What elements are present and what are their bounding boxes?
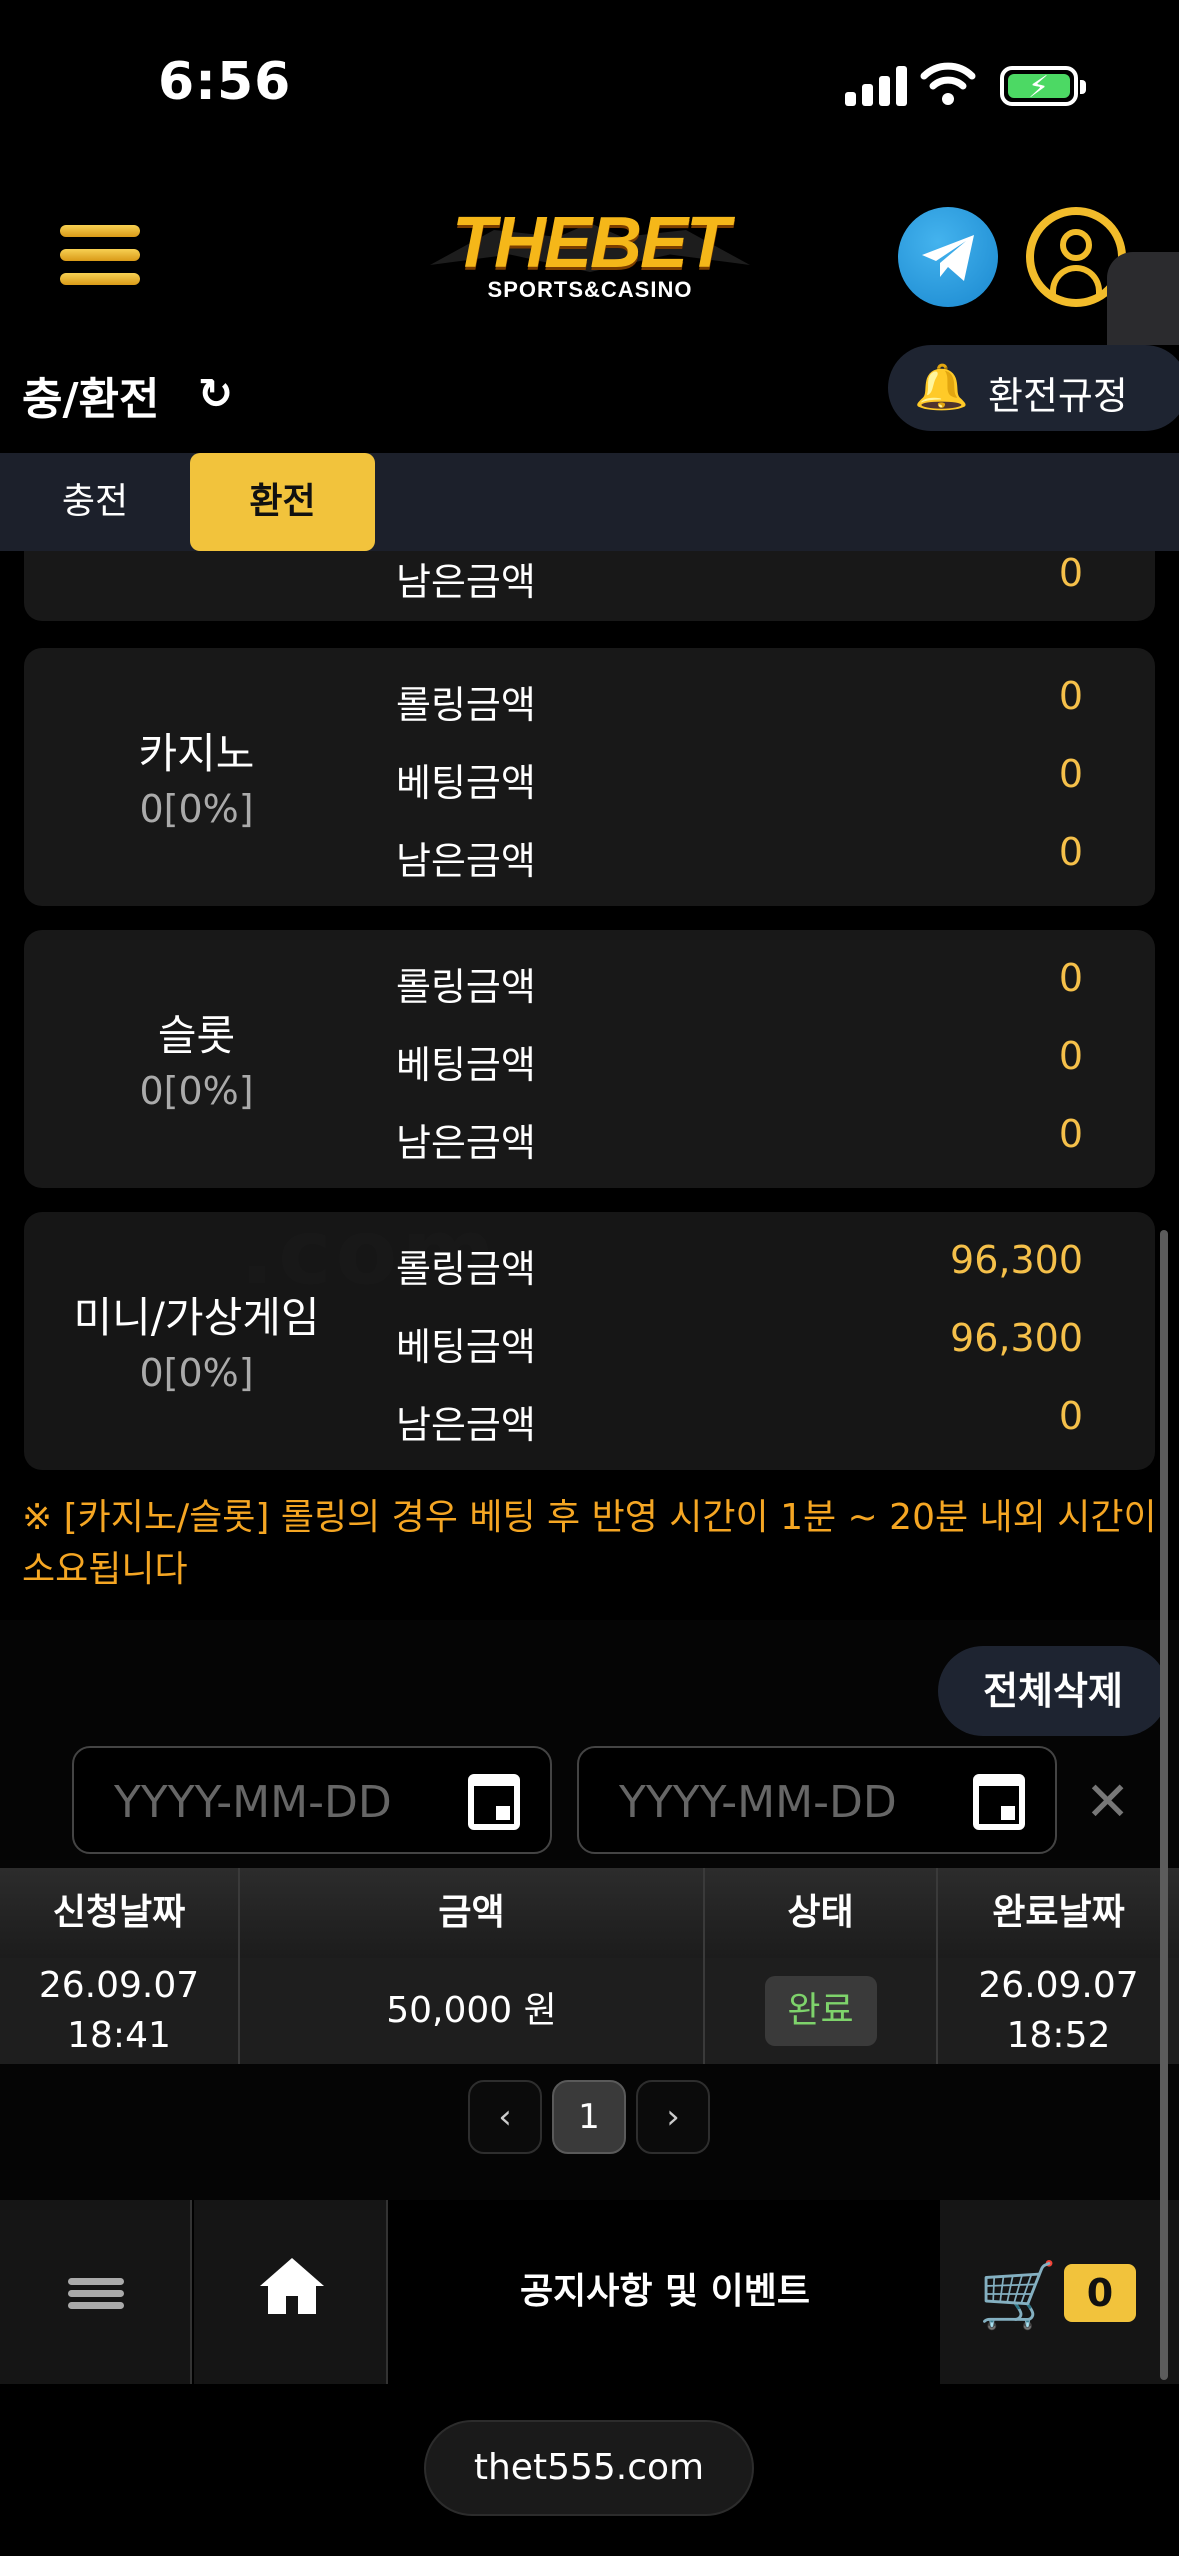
menu-icon[interactable] <box>60 225 140 285</box>
column-header: 금액 <box>240 1868 705 1958</box>
remaining-value: 0 <box>1058 1112 1083 1156</box>
refresh-icon[interactable]: ↻ <box>198 369 233 418</box>
remaining-label: 남은금액 <box>396 839 536 883</box>
rolling-label: 롤링금액 <box>396 683 536 727</box>
wifi-icon <box>920 62 976 106</box>
table-row[interactable]: 26.09.07 18:41 50,000 원 완료 26.09.07 18:52 <box>0 1958 1179 2064</box>
betting-label: 베팅금액 <box>396 1325 536 1369</box>
card-percent: 0[0%] <box>139 787 254 831</box>
next-page-button[interactable]: › <box>636 2080 710 2154</box>
page-button[interactable]: 1 <box>552 2080 626 2154</box>
withdraw-rules-label: 환전규정 <box>988 374 1128 418</box>
card-name: 카지노 <box>138 729 255 778</box>
start-date-input[interactable] <box>114 1778 454 1826</box>
card-name: 미니/가상게임 <box>73 1293 320 1342</box>
withdraw-history-table: 신청날짜 금액 상태 완료날짜 26.09.07 18:41 50,000 원 완… <box>0 1868 1179 2064</box>
prev-page-button[interactable]: ‹ <box>468 2080 542 2154</box>
remaining-label: 남은금액 <box>396 1403 536 1447</box>
betting-value: 96,300 <box>950 1316 1083 1360</box>
rolling-card-partial: 남은금액 0 <box>24 551 1155 621</box>
home-button[interactable] <box>194 2200 388 2384</box>
rolling-card-slot: 슬롯 0[0%] 롤링금액 0 베팅금액 0 남은금액 0 <box>24 930 1155 1188</box>
calendar-icon[interactable] <box>468 1774 520 1830</box>
request-time: 18:41 <box>67 2015 171 2056</box>
rolling-label: 롤링금액 <box>396 1247 536 1291</box>
rolling-value: 96,300 <box>950 1238 1083 1282</box>
tab-deposit[interactable]: 충전 <box>0 453 190 551</box>
cart-button[interactable]: 🛒 0 <box>940 2200 1179 2384</box>
complete-date: 26.09.07 <box>978 1965 1139 2006</box>
cart-count-badge: 0 <box>1064 2264 1136 2322</box>
notice-events-button[interactable]: 공지사항 및 이벤트 <box>390 2200 940 2384</box>
rolling-card-mini-virtual: 미니/가상게임 0[0%] 롤링금액 96,300 베팅금액 96,300 남은… <box>24 1212 1155 1470</box>
remaining-value: 0 <box>1058 551 1083 595</box>
amount-cell: 50,000 원 <box>240 1958 705 2064</box>
remaining-value: 0 <box>1058 830 1083 874</box>
column-header: 완료날짜 <box>992 1892 1125 1933</box>
scrollbar[interactable] <box>1160 1230 1168 2380</box>
betting-label: 베팅금액 <box>396 761 536 805</box>
battery-icon: ⚡ <box>1000 66 1086 106</box>
bottom-menu-button[interactable] <box>0 2200 192 2384</box>
bell-icon: 🔔 <box>914 362 969 413</box>
status-bar: 6:56 ⚡ <box>0 0 1179 175</box>
remaining-label: 남은금액 <box>396 1121 536 1165</box>
tab-bar: 충전 환전 <box>0 453 1179 551</box>
logo-subtext: SPORTS&CASINO <box>487 277 693 302</box>
status-cell: 완료 <box>705 1958 938 2064</box>
status-badge: 완료 <box>764 1976 877 2046</box>
rolling-label: 롤링금액 <box>396 965 536 1009</box>
cart-icon: 🛒 <box>978 2259 1058 2333</box>
column-header: 상태 <box>705 1868 938 1958</box>
card-name: 슬롯 <box>157 1011 236 1060</box>
page-title: 충/환전 <box>22 374 160 425</box>
calendar-icon[interactable] <box>973 1774 1025 1830</box>
card-percent: 0[0%] <box>139 1069 254 1113</box>
betting-label: 베팅금액 <box>396 1043 536 1087</box>
request-date-cell: 26.09.07 18:41 <box>0 1958 240 2064</box>
remaining-value: 0 <box>1058 1394 1083 1438</box>
complete-date-cell: 26.09.07 18:52 <box>938 1958 1179 2064</box>
start-date-field[interactable] <box>72 1746 552 1854</box>
betting-value: 0 <box>1058 1034 1083 1078</box>
remaining-label: 남은금액 <box>396 560 536 604</box>
telegram-icon[interactable] <box>898 207 998 307</box>
complete-time: 18:52 <box>1006 2015 1111 2056</box>
brand-logo[interactable]: THEBET SPORTS&CASINO <box>430 203 750 313</box>
browser-url-bar: thet555.com <box>0 2384 1179 2556</box>
end-date-input[interactable] <box>619 1778 959 1826</box>
logo-text: THEBET <box>452 203 730 283</box>
delete-all-button[interactable]: 전체삭제 <box>938 1646 1168 1736</box>
rolling-card-casino: 카지노 0[0%] 롤링금액 0 베팅금액 0 남은금액 0 <box>24 648 1155 906</box>
cellular-signal-icon <box>845 66 907 106</box>
end-date-field[interactable] <box>577 1746 1057 1854</box>
request-date: 26.09.07 <box>38 1965 200 2006</box>
withdraw-rules-button[interactable]: 🔔 환전규정 <box>888 345 1179 431</box>
url-field[interactable]: thet555.com <box>424 2420 754 2516</box>
tab-withdraw[interactable]: 환전 <box>190 453 375 551</box>
column-header: 신청날짜 <box>0 1868 240 1958</box>
table-header: 신청날짜 금액 상태 완료날짜 <box>0 1868 1179 1958</box>
title-row: 충/환전 ↻ 🔔 환전규정 <box>0 345 1179 455</box>
status-time: 6:56 <box>158 52 292 112</box>
card-percent: 0[0%] <box>139 1351 254 1395</box>
close-icon[interactable]: ✕ <box>1085 1770 1130 1833</box>
app-header: THEBET SPORTS&CASINO <box>0 175 1179 345</box>
rolling-value: 0 <box>1058 956 1083 1000</box>
rolling-value: 0 <box>1058 674 1083 718</box>
bottom-nav: 공지사항 및 이벤트 🛒 0 <box>0 2200 1179 2384</box>
betting-value: 0 <box>1058 752 1083 796</box>
rolling-notice: ※ [카지노/슬롯] 롤링의 경우 베팅 후 반영 시간이 1분 ~ 20분 내… <box>22 1497 1157 1590</box>
